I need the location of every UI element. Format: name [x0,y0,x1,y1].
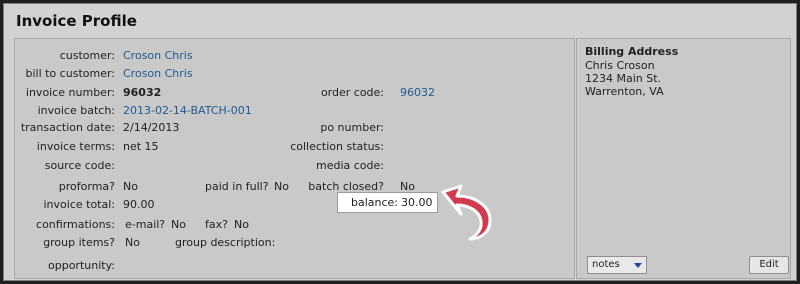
curved-arrow-icon [441,184,492,241]
opportunity-label: opportunity: [48,259,115,272]
notes-dropdown-value: notes [592,259,620,270]
po-number-label: po number: [320,121,384,134]
billing-address-panel: Billing Address Chris Croson 1234 Main S… [576,38,791,279]
paid-in-full-value: No [274,180,289,193]
edit-button[interactable]: Edit [749,256,789,274]
group-description-label: group description: [175,236,276,249]
invoice-batch-label: invoice batch: [37,104,115,117]
source-code-label: source code: [44,159,115,172]
billing-street: 1234 Main St. [585,72,662,85]
invoice-number-label: invoice number: [25,86,115,99]
confirmations-label: confirmations: [36,218,115,231]
group-items-label: group items? [43,236,115,249]
invoice-profile-panel: Invoice Profile customer: Croson Chris b… [3,3,797,281]
invoice-number-value: 96032 [123,86,162,99]
billing-address-title: Billing Address [585,45,679,58]
transaction-date-value: 2/14/2013 [123,121,180,134]
balance-label: balance: [350,196,398,209]
transaction-date-label: transaction date: [20,121,115,134]
fax-label: fax? [205,218,228,231]
invoice-batch-link[interactable]: 2013-02-14-BATCH-001 [123,104,252,117]
proforma-label: proforma? [58,180,115,193]
bill-to-customer-link[interactable]: Croson Chris [123,67,193,80]
order-code-link[interactable]: 96032 [400,86,435,99]
billing-city-state: Warrenton, VA [585,85,664,98]
proforma-value: No [123,180,138,193]
balance-value: 30.00 [401,196,433,209]
invoice-total-label: invoice total: [43,198,116,211]
bill-to-customer-label: bill to customer: [25,67,116,80]
chevron-down-icon [634,263,642,268]
paid-in-full-label: paid in full? [205,180,269,193]
fax-value: No [234,218,249,231]
media-code-label: media code: [316,159,384,172]
customer-link[interactable]: Croson Chris [123,49,193,62]
page-title: Invoice Profile [16,12,137,30]
group-items-value: No [125,236,140,249]
customer-label: customer: [59,49,115,62]
email-value: No [171,218,186,231]
invoice-terms-label: invoice terms: [36,140,115,153]
order-code-label: order code: [320,86,384,99]
notes-dropdown[interactable]: notes [587,256,647,274]
billing-name: Chris Croson [585,59,655,72]
email-label: e-mail? [125,218,166,231]
collection-status-label: collection status: [290,140,384,153]
balance-highlight: balance: 30.00 [337,192,438,213]
invoice-terms-value: net 15 [123,140,159,153]
invoice-total-value: 90.00 [123,198,155,211]
